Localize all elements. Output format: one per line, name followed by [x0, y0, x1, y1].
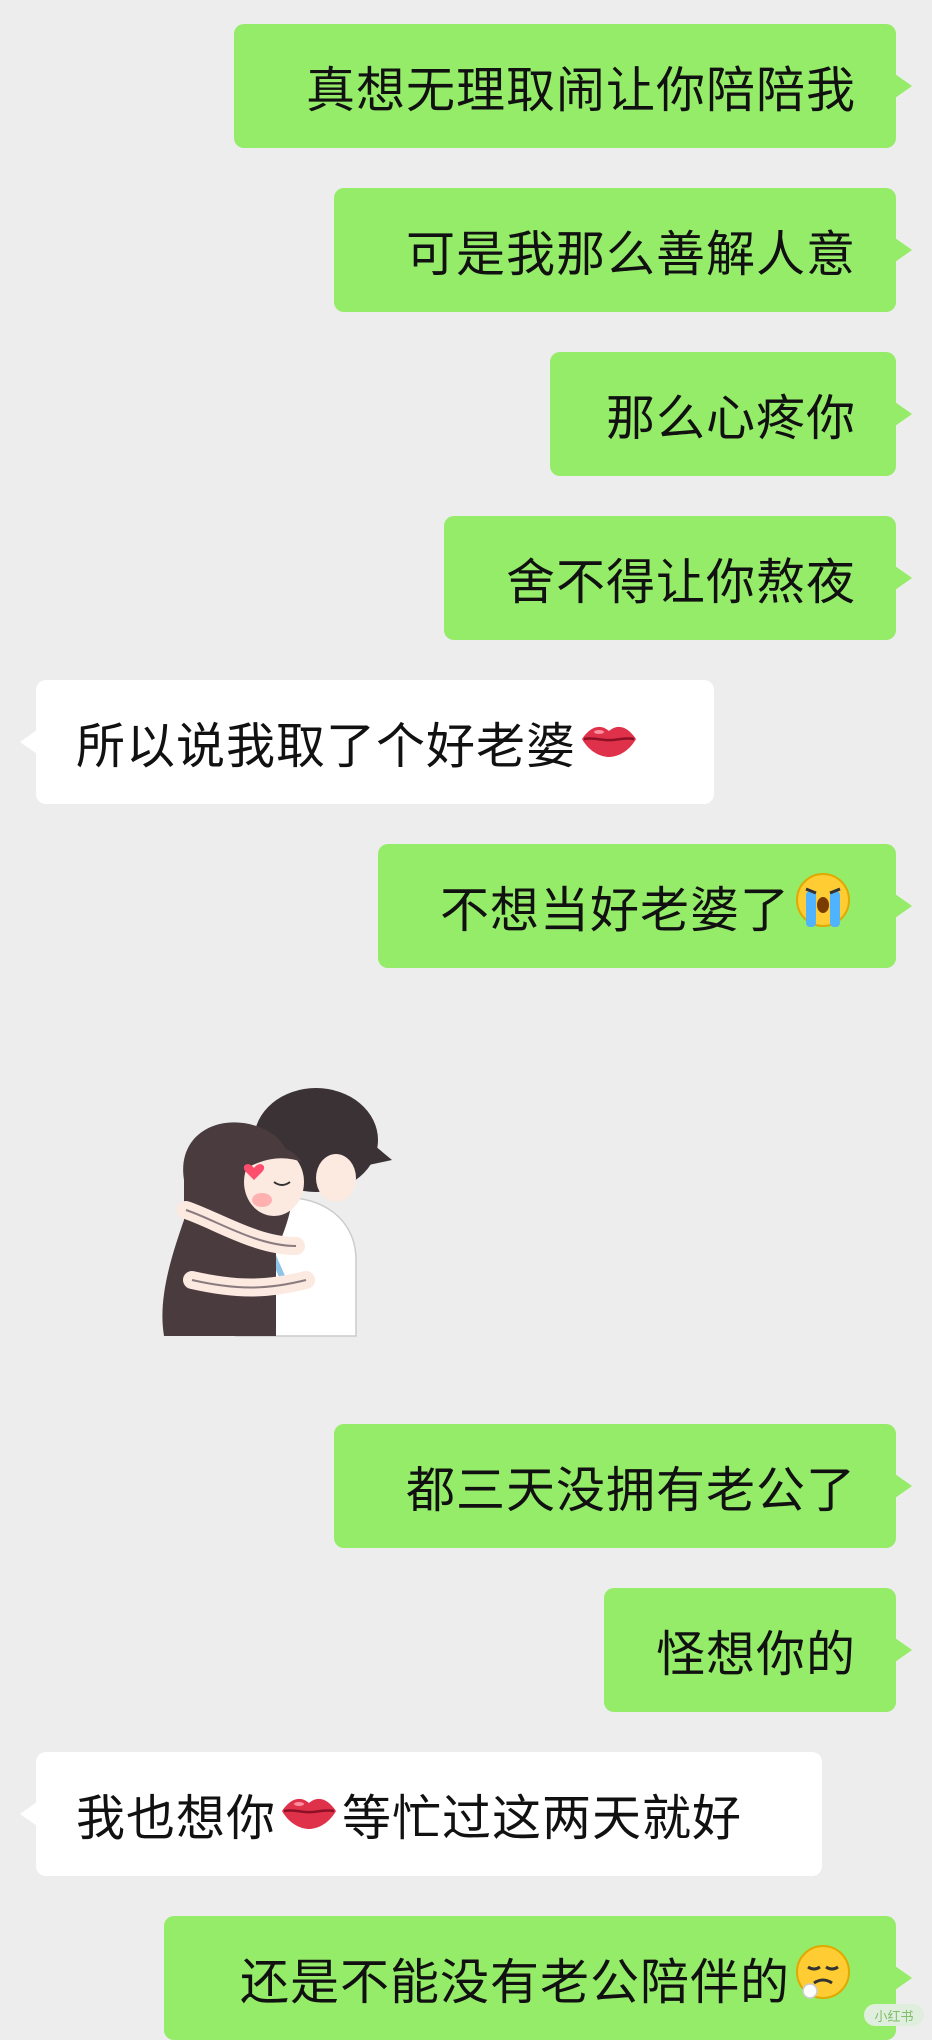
kiss-lips-icon: [580, 714, 638, 771]
outgoing-message-4[interactable]: 舍不得让你熬夜: [444, 516, 912, 640]
message-text: 等忙过这两天就好: [342, 1789, 743, 1847]
watermark: 小红书: [864, 2004, 924, 2026]
message-text: 不想当好老婆了: [439, 881, 790, 939]
incoming-message-1[interactable]: 所以说我取了个好老婆: [20, 680, 714, 804]
message-text: 怪想你的: [655, 1625, 856, 1683]
message-text: 舍不得让你熬夜: [505, 553, 856, 611]
sad-sigh-face-icon: [794, 1943, 852, 2013]
outgoing-message-8[interactable]: 还是不能没有老公陪伴的: [164, 1916, 912, 2040]
crying-face-icon: [794, 871, 852, 941]
message-text: 我也想你: [76, 1789, 277, 1847]
message-text: 可是我那么善解人意: [405, 225, 856, 283]
message-text: 都三天没拥有老公了: [405, 1461, 856, 1519]
outgoing-message-2[interactable]: 可是我那么善解人意: [334, 188, 912, 312]
message-text: 所以说我取了个好老婆: [76, 717, 577, 775]
outgoing-message-1[interactable]: 真想无理取闹让你陪陪我: [234, 24, 912, 148]
outgoing-message-7[interactable]: 怪想你的: [604, 1588, 912, 1712]
message-text: 那么心疼你: [605, 389, 856, 447]
outgoing-message-5[interactable]: 不想当好老婆了: [378, 844, 912, 968]
outgoing-message-6[interactable]: 都三天没拥有老公了: [334, 1424, 912, 1548]
incoming-message-2[interactable]: 我也想你 等忙过这两天就好: [20, 1752, 822, 1876]
kiss-lips-icon: [280, 1786, 338, 1843]
outgoing-message-3[interactable]: 那么心疼你: [550, 352, 912, 476]
hugging-couple-sticker[interactable]: [156, 1070, 406, 1340]
message-text: 还是不能没有老公陪伴的: [239, 1953, 790, 2011]
message-text: 真想无理取闹让你陪陪我: [305, 61, 856, 119]
